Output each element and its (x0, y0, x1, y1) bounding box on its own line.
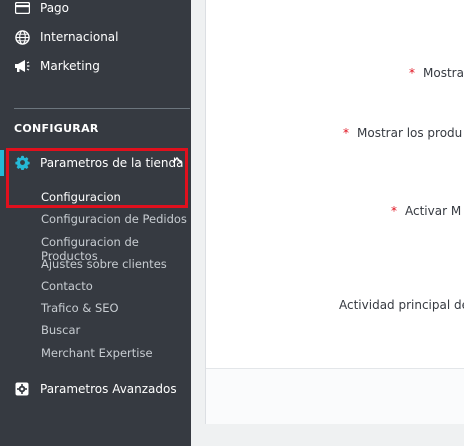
sidebar-subitem-trafico-seo[interactable]: Trafico & SEO (41, 301, 119, 315)
sidebar-item-label: Internacional (40, 30, 119, 44)
field-label-actividad-principal: Actividad principal de (339, 298, 464, 312)
megaphone-icon (14, 58, 30, 74)
sidebar-subitem-buscar[interactable]: Buscar (41, 323, 80, 337)
credit-card-icon (14, 0, 30, 16)
required-marker: * (409, 66, 415, 80)
active-indicator (0, 150, 4, 176)
sidebar-item-pago[interactable]: Pago (14, 0, 69, 16)
sidebar-subitem-configuracion-pedidos[interactable]: Configuracion de Pedidos (41, 212, 187, 226)
sidebar-item-marketing[interactable]: Marketing (14, 58, 100, 74)
settings-panel: * Mostra * Mostrar los produ * Activar M Ac… (205, 0, 464, 424)
sidebar-subitem-ajustes-clientes[interactable]: Ajustes sobre clientes (41, 257, 167, 271)
main-content: * Mostra * Mostrar los produ * Activar M Ac… (191, 0, 464, 446)
field-label-mostrar-productos: * Mostrar los produ (343, 126, 463, 140)
sidebar-subitem-configuracion[interactable]: Configuracion (41, 190, 121, 204)
sidebar-item-label: Marketing (40, 59, 100, 73)
sidebar-item-parametros-avanzados[interactable]: Parametros Avanzados (14, 381, 177, 397)
required-marker: * (391, 204, 397, 218)
required-marker: * (343, 126, 349, 140)
section-title-configurar: CONFIGURAR (14, 122, 99, 135)
sidebar-subitem-contacto[interactable]: Contacto (41, 279, 93, 293)
globe-icon (14, 29, 30, 45)
cog-box-icon (14, 381, 30, 397)
sidebar-subitem-merchant-expertise[interactable]: Merchant Expertise (41, 346, 153, 360)
sidebar: Pago Internacional Marketing CONFIGURAR … (0, 0, 191, 446)
sidebar-divider (14, 108, 190, 109)
sidebar-item-label: Pago (40, 1, 70, 15)
panel-footer (206, 368, 464, 424)
sidebar-item-internacional[interactable]: Internacional (14, 29, 118, 45)
sidebar-item-label: Parametros Avanzados (40, 382, 177, 396)
field-label-activar: * Activar M (391, 204, 462, 218)
field-label-mostrar: * Mostra (409, 66, 464, 80)
